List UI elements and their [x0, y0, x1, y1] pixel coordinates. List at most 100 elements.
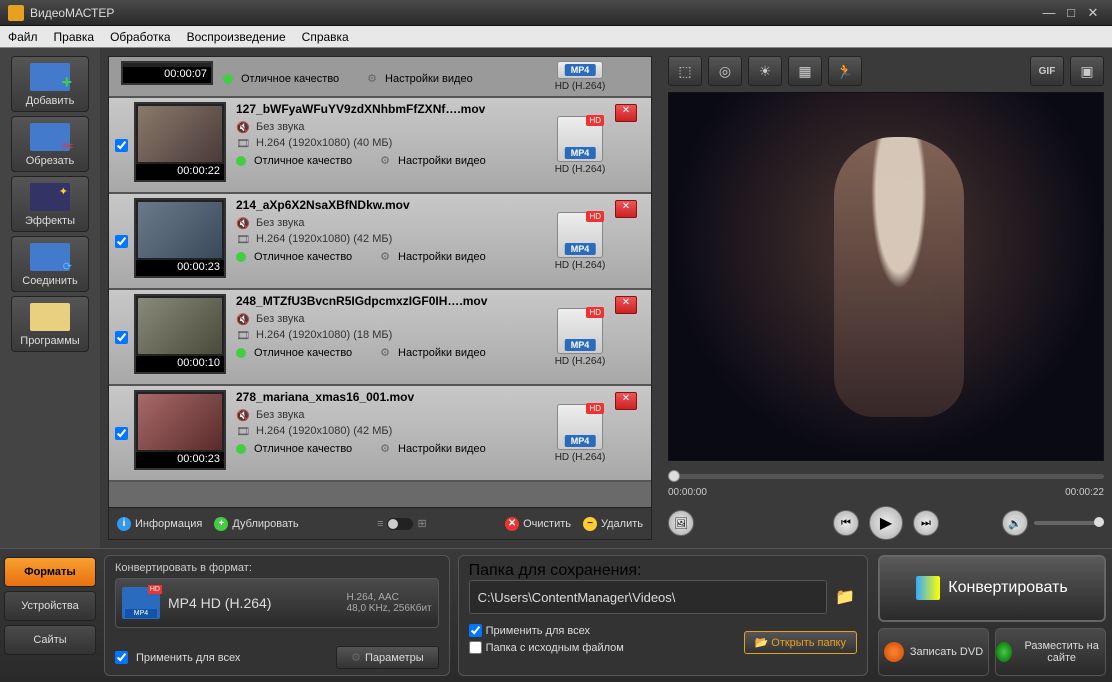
format-bitrate: 48,0 KHz, 256Кбит [347, 603, 432, 614]
snapshot-button[interactable]: 🖼 [668, 510, 694, 536]
list-item[interactable]: 00:00:23 278_mariana_xmas16_001.mov 🔇Без… [109, 386, 651, 482]
duration: 00:00:07 [123, 67, 211, 83]
menu-file[interactable]: Файл [8, 30, 38, 44]
tab-devices[interactable]: Устройства [4, 591, 96, 621]
info-button[interactable]: iИнформация [117, 517, 202, 531]
video-settings-link[interactable]: Настройки видео [398, 347, 486, 359]
browse-button[interactable]: 📁 [833, 587, 857, 607]
delete-button[interactable]: −Удалить [583, 517, 643, 531]
preview-screen[interactable] [668, 92, 1104, 461]
gear-icon: ⚙ [380, 250, 390, 263]
brightness-tool[interactable]: ☀ [748, 56, 782, 86]
programs-button[interactable]: Программы [11, 296, 89, 352]
quality-label: Отличное качество [254, 155, 352, 167]
add-button[interactable]: Добавить [11, 56, 89, 112]
format-badge[interactable]: MP4 [557, 61, 603, 79]
apply-all-checkbox[interactable] [115, 651, 128, 664]
format-selector[interactable]: MP4 HD (H.264) H.264, AAC 48,0 KHz, 256К… [115, 578, 439, 628]
src-folder-checkbox[interactable] [469, 641, 482, 654]
row-checkbox[interactable] [115, 235, 128, 248]
publish-button[interactable]: Разместить на сайте [995, 628, 1106, 676]
thumbnail[interactable]: 00:00:10 [134, 294, 226, 374]
close-window-button[interactable]: ✕ [1082, 5, 1104, 21]
time-current: 00:00:00 [668, 487, 707, 498]
remove-button[interactable]: ✕ [615, 392, 637, 410]
audio-label: Без звука [256, 121, 305, 133]
codec-label: HD (H.264) [555, 164, 606, 175]
app-icon [8, 5, 24, 21]
list-item[interactable]: 00:00:23 214_aXp6X2NsaXBfNDkw.mov 🔇Без з… [109, 194, 651, 290]
speaker-icon: 🔇 [236, 216, 250, 230]
timeline-knob[interactable] [668, 470, 680, 482]
programs-icon [30, 303, 70, 331]
tab-sites[interactable]: Сайты [4, 625, 96, 655]
volume-slider[interactable] [1034, 521, 1104, 525]
quality-label: Отличное качество [254, 251, 352, 263]
view-toggle[interactable]: ≡⊞ [377, 517, 427, 530]
save-apply-all-checkbox[interactable] [469, 624, 482, 637]
thumbnail[interactable]: 00:00:22 [134, 102, 226, 182]
add-icon [30, 63, 70, 91]
row-checkbox[interactable] [115, 331, 128, 344]
convert-label: Конвертировать в формат: [115, 562, 439, 574]
thumbnail[interactable]: 00:00:23 [134, 390, 226, 470]
maximize-button[interactable]: □ [1060, 5, 1082, 20]
file-list[interactable]: 00:00:07 Отличное качество ⚙ Настройки в… [108, 56, 652, 508]
enhance-tool[interactable]: ◎ [708, 56, 742, 86]
globe-icon [996, 642, 1012, 662]
list-item[interactable]: 00:00:22 127_bWFyaWFuYV9zdXNhbmFfZXNf….m… [109, 98, 651, 194]
join-button[interactable]: Соединить [11, 236, 89, 292]
trim-button[interactable]: Обрезать [11, 116, 89, 172]
menu-edit[interactable]: Правка [54, 30, 95, 44]
speed-tool[interactable]: 🏃 [828, 56, 862, 86]
gif-button[interactable]: GIF [1030, 56, 1064, 86]
text-tool[interactable]: ▦ [788, 56, 822, 86]
list-item[interactable]: 00:00:07 Отличное качество ⚙ Настройки в… [109, 57, 651, 98]
duration: 00:00:23 [136, 452, 224, 468]
prev-button[interactable]: ⏮ [833, 510, 859, 536]
video-settings-link[interactable]: Настройки видео [398, 155, 486, 167]
format-badge[interactable]: HDMP4 [557, 116, 603, 162]
remove-button[interactable]: ✕ [615, 296, 637, 314]
row-checkbox[interactable] [115, 427, 128, 440]
remove-button[interactable]: ✕ [615, 104, 637, 122]
effects-button[interactable]: Эффекты [11, 176, 89, 232]
video-settings-link[interactable]: Настройки видео [398, 251, 486, 263]
thumbnail[interactable]: 00:00:23 [134, 198, 226, 278]
timeline[interactable] [668, 467, 1104, 485]
codec-label: HD (H.264) [555, 356, 606, 367]
duplicate-button[interactable]: +Дублировать [214, 517, 298, 531]
fullscreen-button[interactable]: ▣ [1070, 56, 1104, 86]
menu-processing[interactable]: Обработка [110, 30, 171, 44]
video-settings-link[interactable]: Настройки видео [385, 73, 473, 85]
burn-dvd-button[interactable]: Записать DVD [878, 628, 989, 676]
tab-formats[interactable]: Форматы [4, 557, 96, 587]
save-path-input[interactable]: C:\Users\ContentManager\Videos\ [469, 580, 827, 614]
crop-tool[interactable]: ⬚ [668, 56, 702, 86]
play-button[interactable]: ▶ [869, 506, 903, 540]
volume-button[interactable]: 🔊 [1002, 510, 1028, 536]
row-checkbox[interactable] [115, 139, 128, 152]
clear-button[interactable]: ✕Очистить [505, 517, 571, 531]
video-settings-link[interactable]: Настройки видео [398, 443, 486, 455]
menu-help[interactable]: Справка [302, 30, 349, 44]
format-badge[interactable]: HDMP4 [557, 308, 603, 354]
open-folder-button[interactable]: 📂 Открыть папку [744, 631, 858, 654]
params-button[interactable]: ⚙Параметры [336, 646, 439, 669]
src-folder-label: Папка с исходным файлом [486, 642, 624, 654]
programs-label: Программы [20, 335, 79, 347]
convert-button[interactable]: Конвертировать [878, 555, 1106, 622]
join-icon [30, 243, 70, 271]
format-badge[interactable]: HDMP4 [557, 404, 603, 450]
format-badge[interactable]: HDMP4 [557, 212, 603, 258]
menu-playback[interactable]: Воспроизведение [187, 30, 286, 44]
list-item[interactable]: 00:00:10 248_MTZfU3BvcnR5IGdpcmxzIGF0IH…… [109, 290, 651, 386]
quality-dot-icon [236, 444, 246, 454]
next-button[interactable]: ⏭ [913, 510, 939, 536]
minimize-button[interactable]: — [1038, 5, 1060, 20]
gear-icon: ⚙ [367, 72, 377, 85]
effects-label: Эффекты [25, 215, 75, 227]
format-name: MP4 HD (H.264) [168, 595, 347, 611]
remove-button[interactable]: ✕ [615, 200, 637, 218]
quality-label: Отличное качество [241, 73, 339, 85]
